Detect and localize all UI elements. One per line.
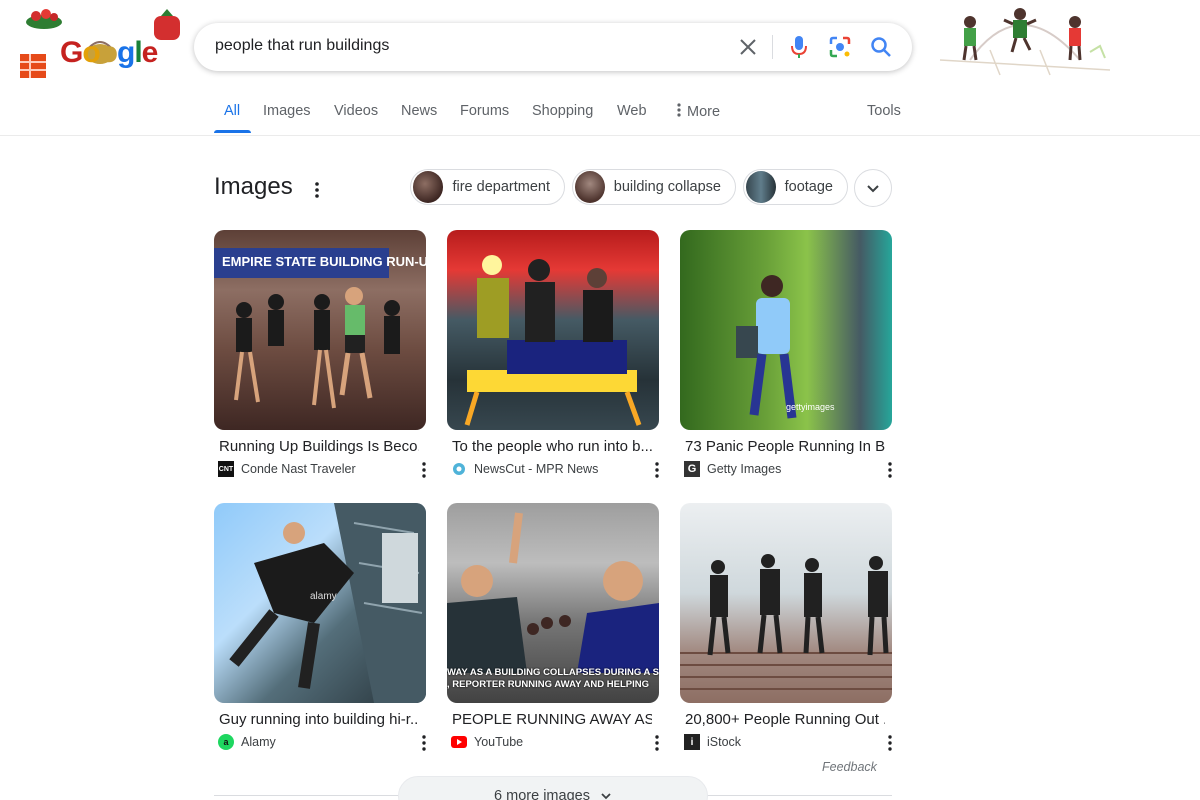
- image-result[interactable]: alamy Guy running into building hi-r... …: [214, 503, 426, 751]
- search-input[interactable]: people that run buildings: [215, 37, 389, 55]
- children-playing-icon: [939, 8, 1111, 76]
- google-doodle-logo[interactable]: Google: [8, 6, 188, 86]
- chip-label: fire department: [452, 179, 550, 195]
- chip-thumbnail: [575, 171, 605, 203]
- result-title[interactable]: Running Up Buildings Is Beco...: [219, 438, 419, 455]
- result-image[interactable]: gettyimages: [680, 230, 892, 430]
- image-result[interactable]: 20,800+ People Running Out ... i iStock: [680, 503, 892, 751]
- tab-forums[interactable]: Forums: [460, 103, 509, 119]
- google-lens-icon[interactable]: [828, 35, 852, 59]
- firefighters-scene-icon: [464, 255, 642, 426]
- feedback-link[interactable]: Feedback: [822, 760, 877, 774]
- source-label: iStock: [707, 735, 742, 749]
- source-label: YouTube: [474, 735, 524, 749]
- man-jumping-building-icon: [229, 503, 426, 703]
- tab-shopping[interactable]: Shopping: [532, 103, 593, 119]
- result-title[interactable]: PEOPLE RUNNING AWAY AS ...: [452, 711, 652, 728]
- tab-news[interactable]: News: [401, 103, 437, 119]
- chip-thumbnail: [746, 171, 776, 203]
- chip-fire-department[interactable]: fire department: [410, 169, 565, 205]
- active-tab-indicator: [214, 130, 251, 133]
- more-images-button[interactable]: 6 more images: [398, 776, 708, 800]
- image-watermark: alamy: [310, 591, 337, 602]
- result-image[interactable]: WAY AS A BUILDING COLLAPSES DURING A SE …: [447, 503, 659, 703]
- result-title[interactable]: To the people who run into b...: [452, 438, 652, 455]
- businessman-running-icon: [736, 275, 797, 419]
- result-menu-icon[interactable]: [418, 733, 430, 753]
- chevron-down-icon: [867, 185, 879, 193]
- result-menu-icon[interactable]: [651, 460, 663, 480]
- tab-web[interactable]: Web: [617, 103, 647, 119]
- chip-footage[interactable]: footage: [743, 169, 848, 205]
- result-menu-icon[interactable]: [651, 733, 663, 753]
- logo-text: Google: [60, 36, 158, 69]
- tab-more-label: More: [687, 104, 721, 120]
- header: Google people that run buildings All Ima…: [0, 0, 1200, 136]
- istock-favicon: i: [684, 734, 700, 750]
- result-source[interactable]: NewsCut - MPR News: [451, 461, 598, 477]
- result-menu-icon[interactable]: [418, 460, 430, 480]
- more-images-label: 6 more images: [494, 788, 590, 800]
- tools-button[interactable]: Tools: [867, 103, 901, 119]
- image-result[interactable]: WAY AS A BUILDING COLLAPSES DURING A SE …: [447, 503, 659, 751]
- image-result[interactable]: gettyimages 73 Panic People Running In B…: [680, 230, 892, 478]
- result-title[interactable]: 20,800+ People Running Out ...: [685, 711, 885, 728]
- source-label: NewsCut - MPR News: [474, 462, 599, 476]
- doodle-illustration: [930, 0, 1115, 80]
- tab-videos[interactable]: Videos: [334, 103, 378, 119]
- tab-all[interactable]: All: [224, 103, 240, 119]
- people-on-stairs-icon: [680, 554, 892, 690]
- getty-favicon: G: [684, 461, 700, 477]
- tab-images[interactable]: Images: [263, 103, 311, 119]
- result-image[interactable]: [680, 503, 892, 703]
- result-title[interactable]: 73 Panic People Running In B...: [685, 438, 885, 455]
- result-source[interactable]: YouTube: [451, 734, 523, 750]
- youtube-favicon: [451, 734, 467, 750]
- chips-expand-button[interactable]: [854, 169, 892, 207]
- tab-more[interactable]: More: [677, 103, 720, 120]
- chip-label: footage: [784, 179, 833, 195]
- video-caption: WAY AS A BUILDING COLLAPSES DURING A SE …: [447, 667, 659, 691]
- source-label: Alamy: [241, 735, 276, 749]
- result-image[interactable]: EMPIRE STATE BUILDING RUN-UP: [214, 230, 426, 430]
- result-source[interactable]: CNT Conde Nast Traveler: [218, 461, 356, 477]
- result-menu-icon[interactable]: [884, 733, 896, 753]
- alamy-favicon: a: [218, 734, 234, 750]
- runners-scene-icon: [234, 287, 400, 409]
- result-image[interactable]: [447, 230, 659, 430]
- image-result[interactable]: To the people who run into b... NewsCut …: [447, 230, 659, 478]
- caption-line-1: WAY AS A BUILDING COLLAPSES DURING A SE: [447, 667, 659, 678]
- search-icon[interactable]: [869, 35, 893, 59]
- images-section-title: Images: [214, 173, 293, 200]
- chip-thumbnail: [413, 171, 444, 203]
- conde-nast-favicon: CNT: [218, 461, 234, 477]
- chevron-down-icon: [601, 793, 611, 800]
- image-watermark: gettyimages: [786, 402, 835, 412]
- section-menu-icon[interactable]: [309, 178, 325, 202]
- result-source[interactable]: a Alamy: [218, 734, 276, 750]
- chip-building-collapse[interactable]: building collapse: [572, 169, 736, 205]
- result-image[interactable]: alamy: [214, 503, 426, 703]
- more-vert-icon: [677, 103, 681, 117]
- image-result[interactable]: EMPIRE STATE BUILDING RUN-UP Running Up …: [214, 230, 426, 478]
- source-label: Conde Nast Traveler: [241, 462, 356, 476]
- result-source[interactable]: G Getty Images: [684, 461, 781, 477]
- caption-line-2: , REPORTER RUNNING AWAY AND HELPING: [447, 679, 649, 690]
- search-box[interactable]: people that run buildings: [194, 23, 912, 71]
- mpr-favicon: [451, 461, 467, 477]
- microphone-icon[interactable]: [787, 35, 811, 59]
- search-divider: [772, 35, 773, 59]
- clear-icon[interactable]: [736, 35, 760, 59]
- result-title[interactable]: Guy running into building hi-r...: [219, 711, 419, 728]
- result-menu-icon[interactable]: [884, 460, 896, 480]
- result-source[interactable]: i iStock: [684, 734, 741, 750]
- chip-label: building collapse: [613, 179, 721, 195]
- source-label: Getty Images: [707, 462, 782, 476]
